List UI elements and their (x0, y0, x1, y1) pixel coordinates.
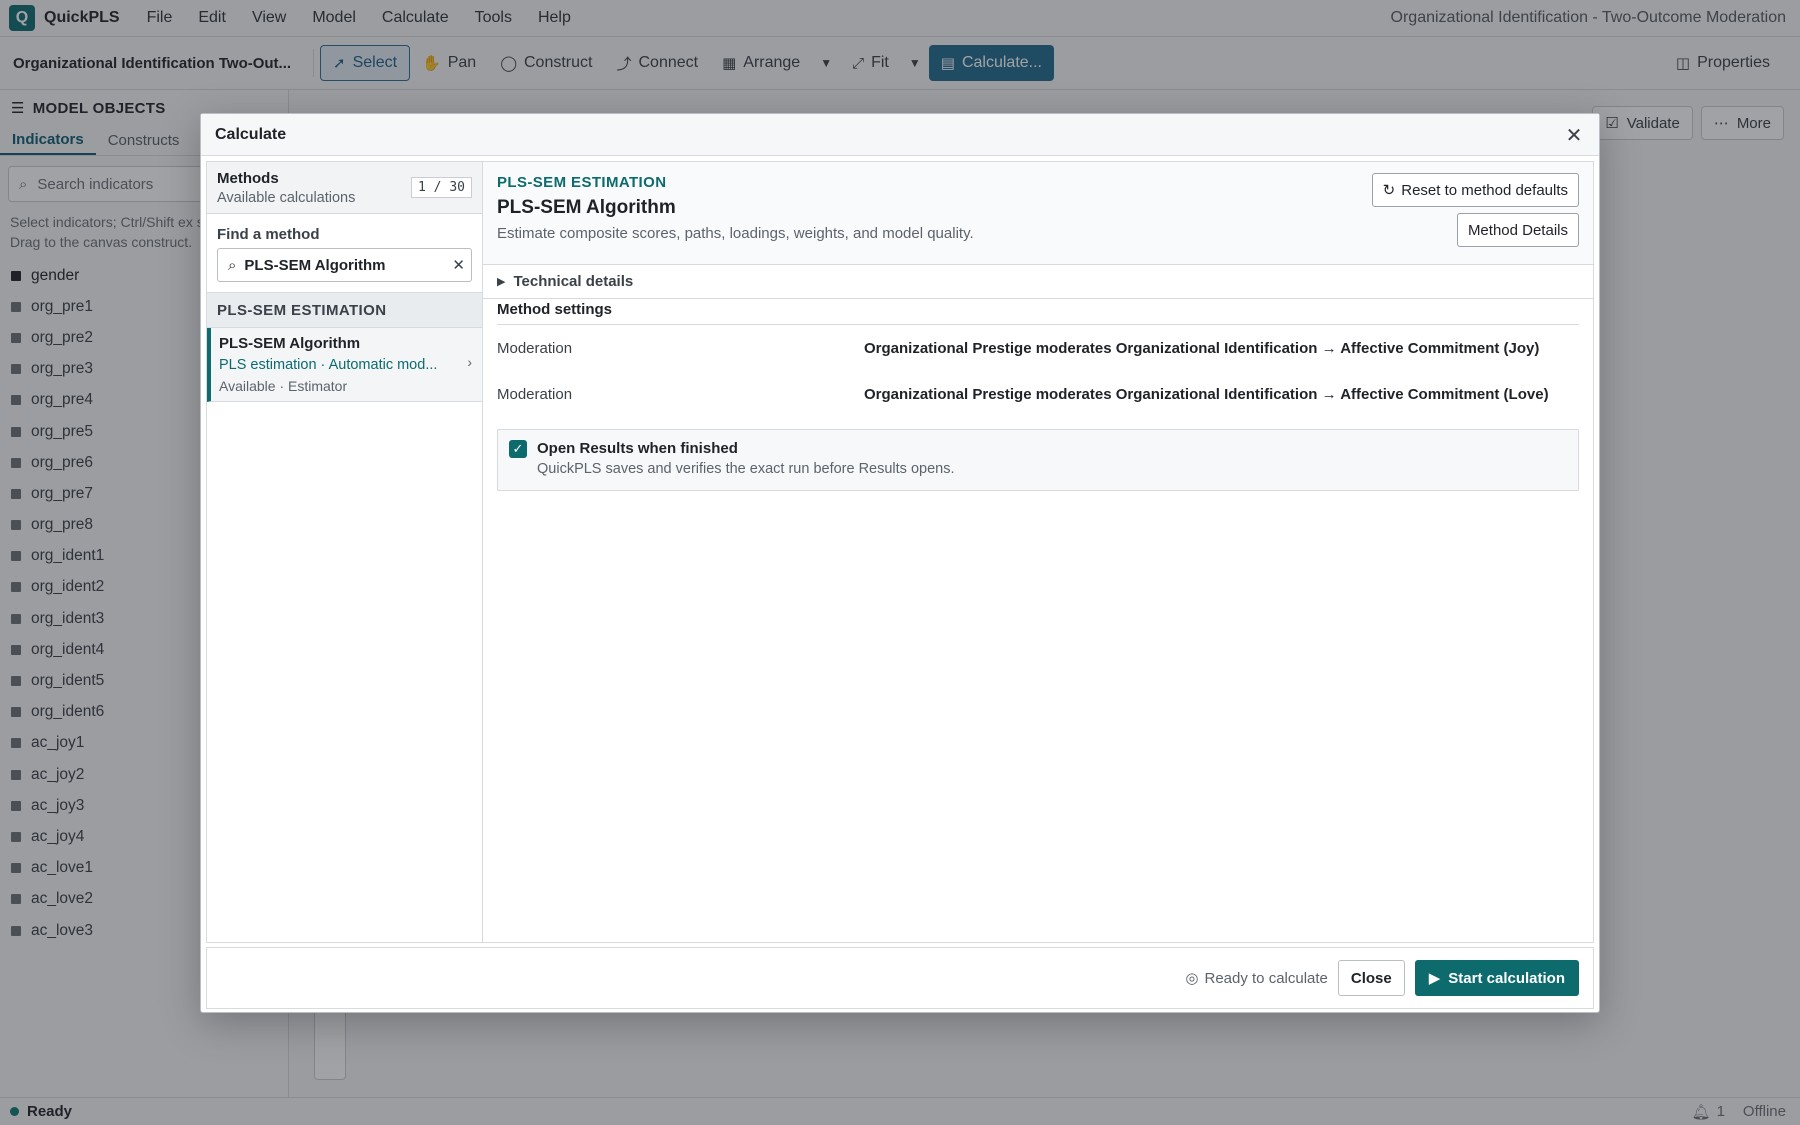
ready-label: Ready to calculate (1204, 969, 1328, 987)
method-description: Estimate composite scores, paths, loadin… (497, 225, 974, 242)
reset-icon: ↻ (1382, 182, 1396, 199)
find-method-input[interactable] (244, 256, 435, 274)
close-label: Close (1350, 969, 1392, 987)
play-icon: ▶ (1428, 970, 1441, 987)
reset-defaults-button[interactable]: ↻ Reset to method defaults (1371, 173, 1579, 207)
reset-label: Reset to method defaults (1401, 181, 1568, 199)
method-group-header: PLS-SEM ESTIMATION (207, 292, 482, 328)
caret-right-icon: ▶ (497, 276, 506, 288)
method-detail-header: PLS-SEM ESTIMATION PLS-SEM Algorithm Est… (483, 162, 1593, 265)
start-calculation-button[interactable]: ▶ Start calculation (1414, 960, 1579, 996)
dialog-footer: ◎ Ready to calculate Close ▶ Start calcul… (206, 947, 1594, 1009)
method-details-label: Method Details (1467, 221, 1568, 239)
clear-search-icon[interactable]: ✕ (452, 256, 465, 274)
methods-column: Methods Available calculations 1 / 30 Fi… (207, 162, 483, 942)
close-button[interactable]: Close (1337, 960, 1405, 996)
technical-details-toggle[interactable]: ▶ Technical details (483, 265, 1593, 299)
open-results-option[interactable]: ✓ Open Results when finished QuickPLS sa… (497, 429, 1579, 491)
method-item-tags: PLS estimation · Automatic mod... (219, 357, 438, 373)
dialog-header: Calculate (201, 114, 1599, 156)
open-results-description: QuickPLS saves and verifies the exact ru… (537, 461, 955, 477)
find-method-label: Find a method (217, 226, 320, 243)
close-icon[interactable]: ✕ (1561, 122, 1587, 148)
method-list-item[interactable]: PLS-SEM Algorithm PLS estimation · Autom… (207, 328, 482, 402)
chevron-right-icon: › (467, 354, 472, 370)
setting-value: Organizational Prestige moderates Organi… (864, 385, 1549, 403)
setting-row: Moderation Organizational Prestige moder… (483, 371, 1593, 417)
method-details-button[interactable]: Method Details (1456, 213, 1579, 247)
methods-count: 1 / 30 (411, 177, 472, 198)
method-detail: PLS-SEM ESTIMATION PLS-SEM Algorithm Est… (483, 162, 1593, 942)
check-circle-icon: ◎ (1185, 970, 1199, 987)
method-settings-title: Method settings (497, 301, 1579, 325)
method-item-name: PLS-SEM Algorithm (219, 335, 361, 352)
calculate-dialog: Calculate ✕ Methods Available calculatio… (200, 113, 1600, 1013)
start-label: Start calculation (1448, 969, 1565, 987)
open-results-checkbox[interactable]: ✓ (509, 440, 527, 458)
technical-details-label: Technical details (513, 273, 634, 290)
setting-label: Moderation (497, 385, 573, 403)
setting-row: Moderation Organizational Prestige moder… (483, 325, 1593, 371)
setting-value: Organizational Prestige moderates Organi… (864, 339, 1540, 357)
ready-status: ◎ Ready to calculate (1185, 969, 1328, 988)
dialog-title: Calculate (215, 125, 287, 143)
methods-header: Methods Available calculations 1 / 30 (207, 162, 482, 214)
setting-label: Moderation (497, 339, 573, 357)
search-icon: ⌕ (228, 256, 237, 274)
open-results-title: Open Results when finished (537, 440, 738, 457)
find-method-field[interactable]: ⌕ ✕ (217, 248, 472, 282)
dialog-body: Methods Available calculations 1 / 30 Fi… (206, 161, 1594, 943)
method-item-status: Available · Estimator (219, 378, 348, 394)
